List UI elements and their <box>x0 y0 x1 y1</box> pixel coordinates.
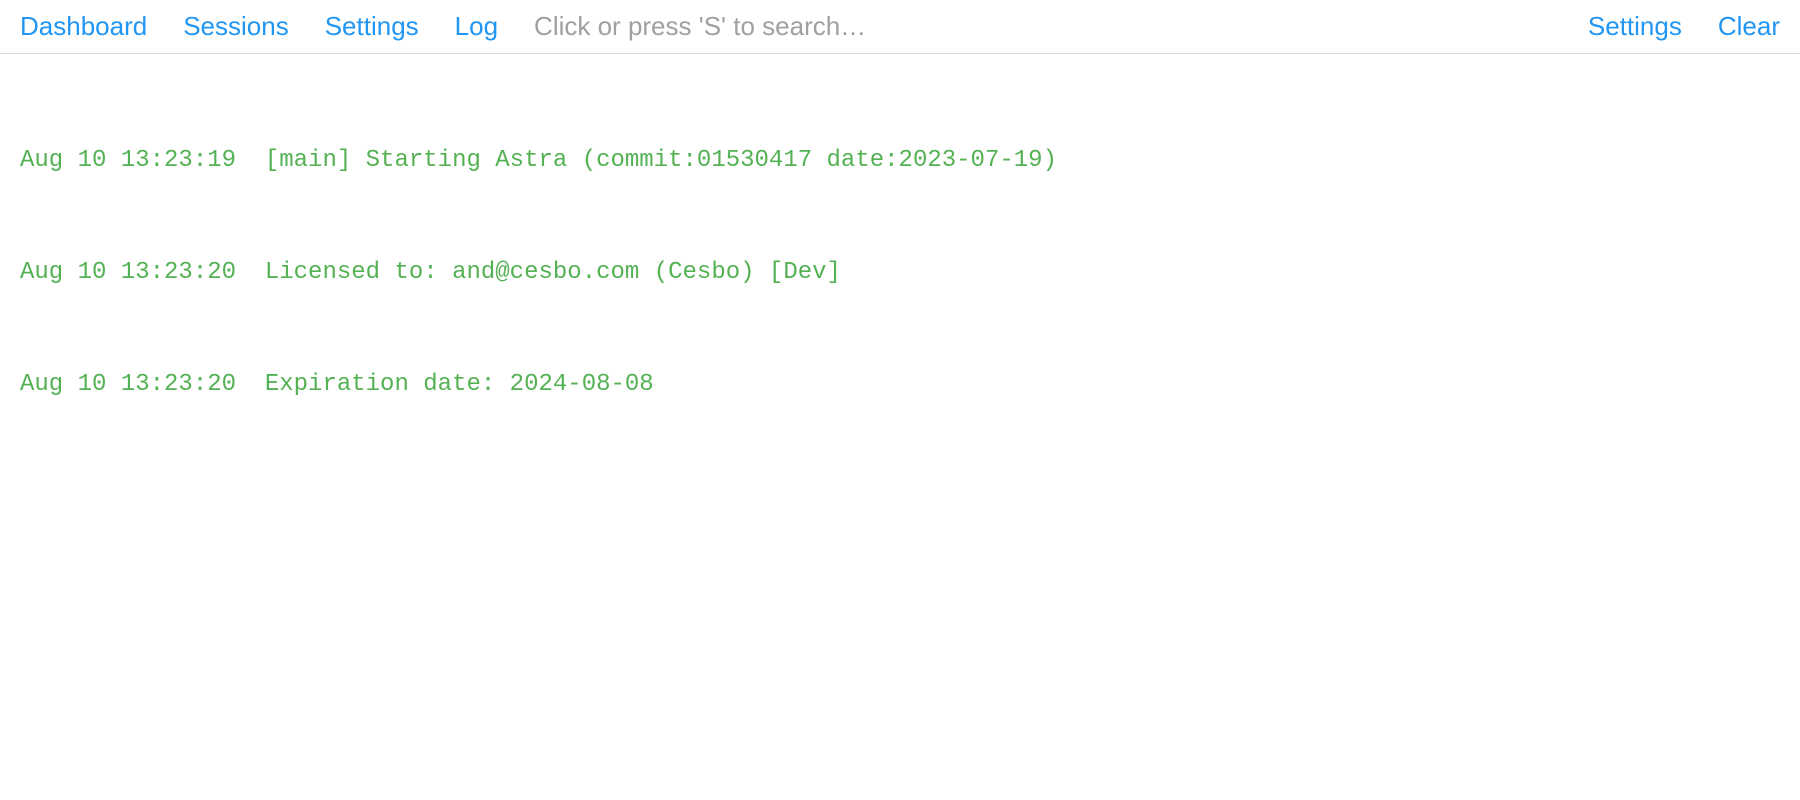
nav-settings[interactable]: Settings <box>325 11 419 42</box>
search-input[interactable] <box>534 11 1588 42</box>
nav-left: Dashboard Sessions Settings Log <box>20 11 498 42</box>
navbar: Dashboard Sessions Settings Log Settings… <box>0 0 1800 54</box>
nav-log[interactable]: Log <box>455 11 498 42</box>
nav-clear[interactable]: Clear <box>1718 11 1780 42</box>
log-line: Aug 10 13:23:20 Licensed to: and@cesbo.c… <box>20 254 1780 291</box>
log-content: Aug 10 13:23:19 [main] Starting Astra (c… <box>0 54 1800 454</box>
log-line: Aug 10 13:23:20 Expiration date: 2024-08… <box>20 366 1780 403</box>
nav-dashboard[interactable]: Dashboard <box>20 11 147 42</box>
nav-sessions[interactable]: Sessions <box>183 11 289 42</box>
log-line: Aug 10 13:23:19 [main] Starting Astra (c… <box>20 142 1780 179</box>
nav-settings-right[interactable]: Settings <box>1588 11 1682 42</box>
nav-right: Settings Clear <box>1588 11 1780 42</box>
